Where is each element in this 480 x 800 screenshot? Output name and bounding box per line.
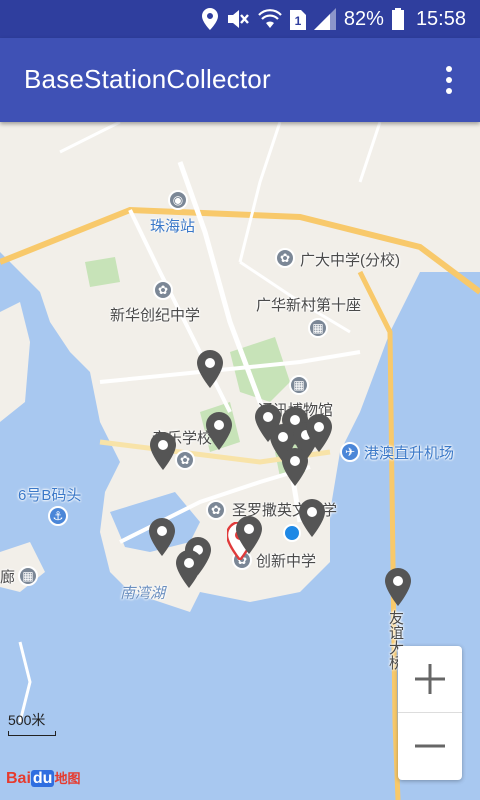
app-title: BaseStationCollector — [24, 64, 271, 94]
map-scale: 500米 — [8, 710, 56, 736]
map-label-nanwan: 南湾湖 — [120, 585, 166, 602]
map-label-pier: 6号B码头 — [18, 487, 82, 504]
base-station-marker[interactable] — [236, 516, 262, 554]
svg-text:1: 1 — [295, 14, 302, 28]
zoom-out-icon[interactable] — [398, 713, 462, 779]
base-station-marker[interactable] — [306, 414, 332, 452]
map-label-chuangxin: 创新中学 — [256, 553, 317, 570]
zoom-in-icon[interactable] — [398, 646, 462, 713]
signal-icon — [313, 8, 336, 30]
building-poi-icon: ▦ — [308, 318, 328, 338]
mute-icon — [226, 8, 250, 30]
baidu-map-logo: Bai du 地图 — [6, 770, 81, 787]
base-station-marker[interactable] — [282, 448, 308, 486]
wifi-icon — [258, 8, 282, 30]
base-station-marker[interactable] — [385, 568, 411, 606]
base-station-marker[interactable] — [197, 350, 223, 388]
school-poi-icon: ✿ — [175, 450, 195, 470]
clock: 15:58 — [415, 7, 466, 30]
battery-percent: 82% — [343, 7, 384, 30]
museum-poi-icon: ▦ — [289, 375, 309, 395]
school-poi-icon: ✿ — [275, 248, 295, 268]
base-station-marker[interactable] — [150, 432, 176, 470]
map-label-xinhua: 新华创纪中学 — [110, 307, 201, 324]
airport-icon: ✈ — [340, 442, 360, 462]
map-label-lang: 廊 — [0, 569, 16, 586]
school-poi-icon: ✿ — [153, 280, 173, 300]
base-station-marker[interactable] — [149, 518, 175, 556]
map-label-guanghua: 广华新村第十座 — [256, 297, 362, 314]
location-icon — [201, 8, 218, 30]
school-poi-icon: ✿ — [206, 500, 226, 520]
overflow-menu-icon[interactable] — [434, 62, 464, 98]
train-station-icon: ◉ — [168, 190, 188, 210]
map-label-guangda: 广大中学(分校) — [300, 252, 400, 269]
base-station-marker[interactable] — [299, 499, 325, 537]
map-label-heli: 港澳直升机场 — [364, 445, 455, 462]
scale-label: 500米 — [8, 712, 46, 728]
base-station-marker[interactable] — [206, 412, 232, 450]
sim-icon: 1 — [289, 8, 306, 30]
base-station-marker[interactable] — [176, 550, 202, 588]
pier-icon: ⚓ — [48, 506, 68, 526]
zoom-controls — [398, 646, 462, 780]
map-label-zhuhai-station: 珠海站 — [150, 218, 196, 235]
battery-icon — [391, 8, 404, 30]
status-bar: 1 82% 15:58 — [0, 0, 480, 38]
scale-bar — [8, 731, 56, 736]
app-bar: BaseStationCollector — [0, 38, 480, 122]
building-poi-icon: ▦ — [18, 566, 38, 586]
